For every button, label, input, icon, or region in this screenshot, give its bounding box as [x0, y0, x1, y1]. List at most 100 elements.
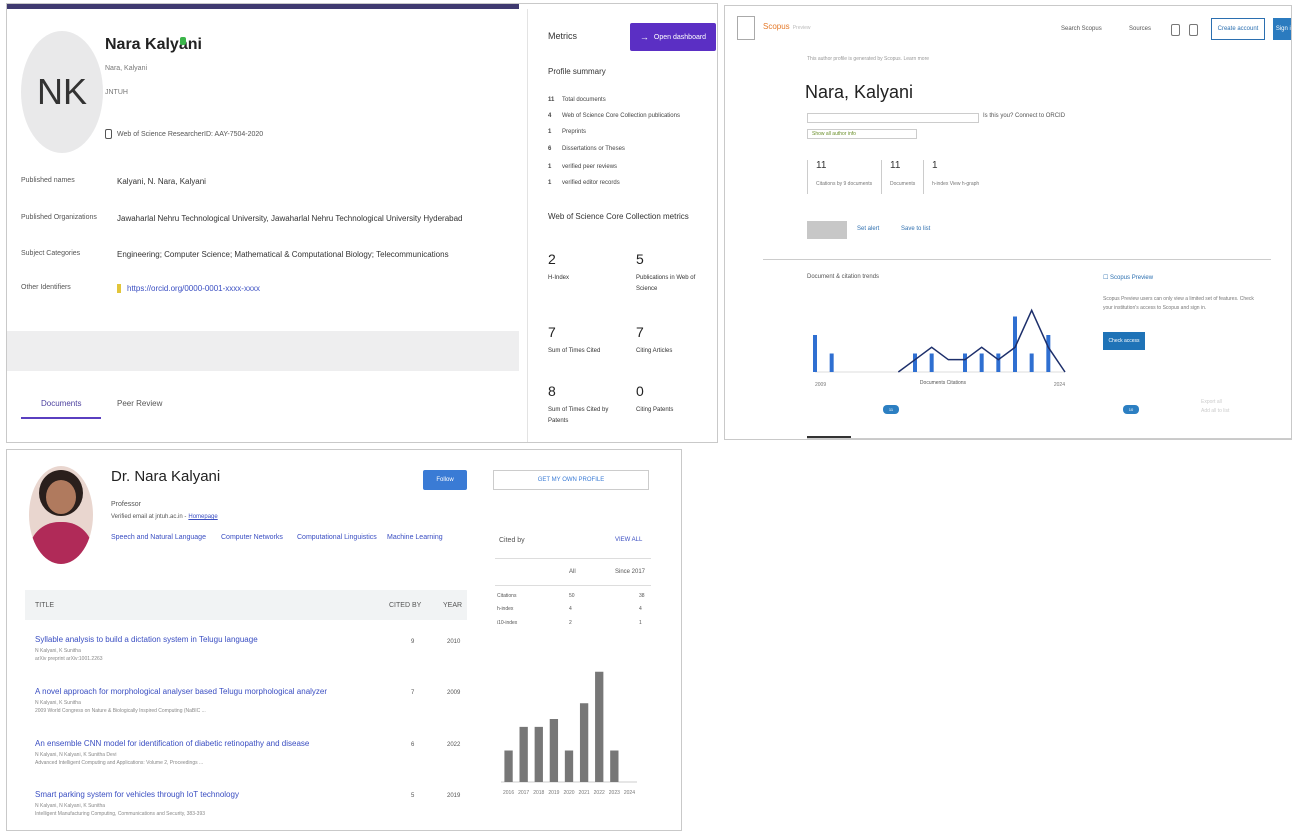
citation-bar[interactable] — [534, 726, 543, 782]
stat-value: 11 — [816, 160, 827, 171]
export-options: Export all Add all to list — [1201, 398, 1291, 416]
article-cited-count[interactable]: 6 — [411, 742, 414, 748]
article-title-link[interactable]: Syllable analysis to build a dictation s… — [35, 635, 455, 644]
interest-link[interactable]: Speech and Natural Language — [111, 534, 206, 541]
h-index-since: 4 — [639, 606, 642, 612]
preview-checkbox[interactable]: ☐ Scopus Preview — [1103, 274, 1153, 281]
citation-bar[interactable] — [579, 703, 589, 782]
scopus-logo-icon[interactable] — [737, 16, 755, 40]
orcid-link[interactable]: https://orcid.org/0000-0001-xxxx-xxxx — [127, 284, 260, 293]
nav-search[interactable]: Search Scopus — [1061, 26, 1102, 32]
cited-by-column-header[interactable]: CITED BY — [389, 602, 421, 609]
view-all-link[interactable]: VIEW ALL — [615, 537, 642, 543]
article-cited-count[interactable]: 5 — [411, 793, 414, 799]
article-authors: N Kalyani, N Kalyani, K Sunitha — [35, 803, 106, 809]
article-year: 2019 — [447, 793, 461, 799]
follow-button[interactable]: Follow — [423, 470, 467, 490]
create-account-button[interactable]: Create account — [1211, 18, 1265, 40]
info-label: Published names — [21, 177, 75, 184]
sign-in-button[interactable]: Sign in — [1273, 18, 1291, 40]
interest-link[interactable]: Computational Linguistics — [297, 534, 377, 541]
metric-value: 0 — [636, 383, 644, 399]
stat-citations: 11 Citations by 9 documents — [807, 160, 878, 194]
year-column-header[interactable]: YEAR — [443, 602, 462, 609]
avatar: NK — [21, 31, 103, 153]
citation-bar[interactable] — [504, 750, 513, 783]
chart-legend: Documents Citations — [920, 380, 967, 386]
homepage-link[interactable]: Homepage — [188, 514, 217, 520]
set-alert-link[interactable]: Set alert — [857, 226, 879, 232]
citation-bar[interactable] — [549, 719, 559, 782]
year-tick-label: 2018 — [533, 790, 544, 796]
document-bar[interactable] — [963, 353, 967, 373]
summary-count: 6 — [548, 146, 552, 152]
researcher-id: Web of Science ResearcherID: AAY-7504-20… — [105, 129, 263, 139]
arrow-right-icon: → — [639, 32, 649, 42]
summary-count: 11 — [548, 97, 555, 103]
wos-profile-panel: NK Nara Kalyani Nara, Kalyani JNTUH Web … — [6, 3, 718, 443]
metric-value: 5 — [636, 251, 644, 267]
institution: JNTUH — [105, 89, 128, 96]
divider — [495, 585, 651, 586]
metric-value: 2 — [548, 251, 556, 267]
document-bar[interactable] — [829, 353, 834, 373]
check-access-button[interactable]: Check access — [1103, 332, 1145, 350]
table-row: Syllable analysis to build a dictation s… — [35, 635, 455, 662]
citation-bar[interactable] — [610, 750, 619, 783]
summary-item: 4 Web of Science Core Collection publicat… — [548, 113, 680, 119]
summary-item: 11 Total documents — [548, 97, 606, 103]
article-authors: N Kalyani, K Sunitha — [35, 648, 81, 654]
interest-link[interactable]: Machine Learning — [387, 534, 443, 541]
article-cited-count[interactable]: 9 — [411, 639, 414, 645]
get-my-profile-button[interactable]: GET MY OWN PROFILE — [493, 470, 649, 490]
article-title-link[interactable]: Smart parking system for vehicles throug… — [35, 790, 455, 799]
article-authors: N Kalyani, K Sunitha — [35, 700, 81, 706]
nav-sources[interactable]: Sources — [1129, 26, 1151, 32]
article-cited-count[interactable]: 7 — [411, 690, 414, 696]
disabled-action-button[interactable] — [807, 221, 847, 239]
tab-documents[interactable]: Documents — [41, 399, 81, 408]
metric-label: Citing Articles — [636, 348, 673, 354]
info-value: Engineering; Computer Science; Mathemati… — [117, 250, 449, 259]
document-bar[interactable] — [1029, 353, 1034, 373]
i10-index-since: 1 — [639, 620, 642, 626]
document-bar[interactable] — [979, 353, 984, 373]
tab-peer-review[interactable]: Peer Review — [117, 399, 162, 408]
open-dashboard-button[interactable]: → Open dashboard — [630, 23, 716, 51]
article-venue: arXiv preprint arXiv:1001.2263 — [35, 656, 103, 662]
orcid-connect[interactable]: Is this you? Connect to ORCID — [983, 113, 1065, 119]
export-all[interactable]: Export all — [1201, 398, 1291, 407]
summary-item: 1 Preprints — [548, 129, 586, 135]
document-bar[interactable] — [929, 353, 934, 373]
citation-bar[interactable] — [595, 671, 604, 782]
citation-bar[interactable] — [564, 750, 574, 783]
author-info-button[interactable]: Show all author info — [807, 129, 917, 139]
info-label: Published Organizations — [21, 214, 97, 221]
interest-link[interactable]: Computer Networks — [221, 534, 283, 541]
stat-value: 1 — [932, 160, 938, 171]
photo-face — [46, 480, 76, 514]
document-bar[interactable] — [1046, 335, 1051, 372]
brand[interactable]: Scopus Preview — [763, 22, 810, 31]
stat-value: 11 — [890, 160, 901, 171]
add-to-list[interactable]: Add all to list — [1201, 407, 1291, 416]
citation-bar[interactable] — [519, 726, 528, 782]
info-value: Kalyani, N. Nara, Kalyani — [117, 177, 206, 186]
metric-label: Citing Patents — [636, 407, 674, 413]
col-all: All — [569, 569, 576, 575]
count-badge: 10 — [1123, 405, 1139, 414]
article-title-link[interactable]: A novel approach for morphological analy… — [35, 687, 455, 696]
document-bar[interactable] — [913, 353, 917, 373]
save-to-list-link[interactable]: Save to list — [901, 226, 930, 232]
breadcrumb: This author profile is generated by Scop… — [807, 56, 930, 62]
article-title-link[interactable]: An ensemble CNN model for identification… — [35, 739, 455, 748]
document-bar[interactable] — [813, 335, 817, 372]
affiliation-bar — [807, 113, 979, 123]
title-column-header[interactable]: TITLE — [35, 602, 54, 609]
metric-value: 7 — [636, 324, 644, 340]
help-icon[interactable] — [1171, 24, 1180, 36]
metric-sum-times-cited: 7 Sum of Times Cited — [548, 324, 628, 357]
info-value: https://orcid.org/0000-0001-xxxx-xxxx — [117, 284, 260, 294]
document-bar[interactable] — [996, 353, 1001, 373]
notification-bell-icon[interactable] — [1189, 24, 1198, 36]
